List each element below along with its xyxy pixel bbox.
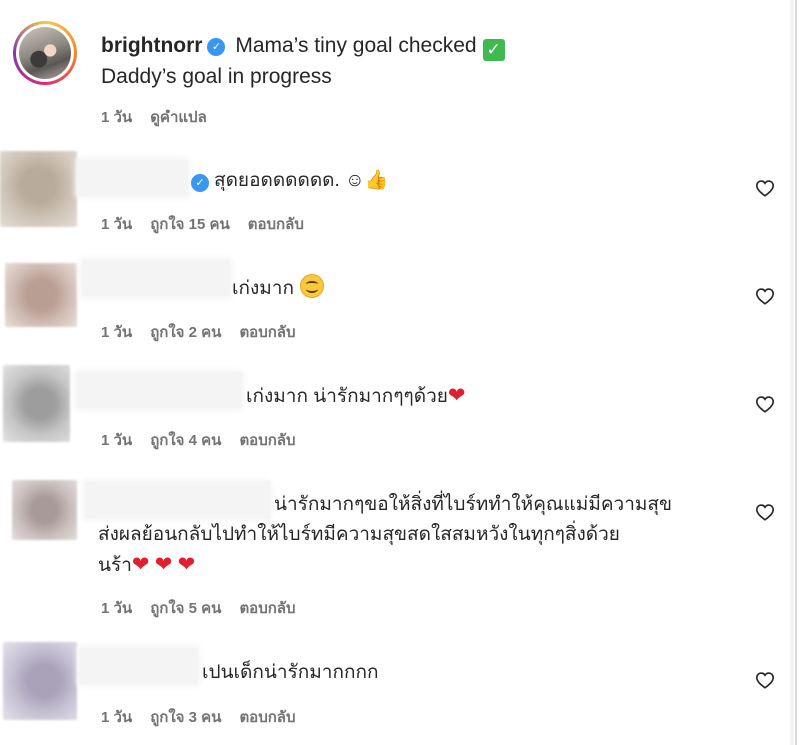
comment-text: เปนเด็กน่ารักมากกกก <box>202 662 379 683</box>
red-heart-icon: ❤ <box>177 553 196 576</box>
red-heart-icon: ❤ <box>154 553 173 576</box>
smiling-face-icon <box>299 274 324 298</box>
caption-second-line: Daddy’s goal in progress <box>101 65 332 88</box>
comment-text-line-2: ส่งผลย้อนกลับไปทำให้ไบร์ทมีความสุขสดใสสม… <box>98 524 620 545</box>
comment-text-line-3: นร้า❤ ❤ ❤ <box>98 553 196 576</box>
comment-text: สุดยอดดดดดด. ☺👍 <box>214 170 389 191</box>
comment-meta: 1 วัน ถูกใจ 3 คน ตอบกลับ <box>101 705 314 729</box>
comment-meta: 1 วัน ถูกใจ 5 คน ตอบกลับ <box>101 596 314 620</box>
comment-likes[interactable]: ถูกใจ 4 คน <box>150 432 221 449</box>
comment-text: เก่งมาก <box>232 274 324 304</box>
caption-meta: 1 วัน ดูคำแปล <box>101 105 225 129</box>
comment-text: เก่งมาก น่ารักมากๆๆด้วย❤ <box>246 384 466 407</box>
red-heart-icon: ❤ <box>447 384 466 407</box>
reply-button[interactable]: ตอบกลับ <box>239 600 295 617</box>
scrollbar[interactable] <box>790 0 794 745</box>
like-heart-icon[interactable] <box>754 501 776 523</box>
verified-badge-icon: ✓ <box>191 174 209 192</box>
comment-likes[interactable]: ถูกใจ 15 คน <box>150 216 230 233</box>
reply-button[interactable]: ตอบกลับ <box>239 432 295 449</box>
reply-button[interactable]: ตอบกลับ <box>248 216 304 233</box>
comment-likes[interactable]: ถูกใจ 2 คน <box>150 324 221 341</box>
comment-avatar[interactable] <box>3 642 77 720</box>
verified-badge-icon: ✓ <box>207 38 226 56</box>
avatar-photo <box>19 27 71 79</box>
like-heart-icon[interactable] <box>754 177 776 199</box>
comment-time[interactable]: 1 วัน <box>101 216 132 233</box>
caption-text: Mama’s tiny goal checked <box>235 34 477 57</box>
comment-username-blurred[interactable] <box>80 648 198 684</box>
comment-username-blurred[interactable] <box>78 160 188 196</box>
comment-avatar[interactable] <box>0 151 77 227</box>
like-heart-icon[interactable] <box>754 285 776 307</box>
comment-meta: 1 วัน ถูกใจ 2 คน ตอบกลับ <box>101 320 314 344</box>
comment-username-blurred[interactable] <box>77 372 242 408</box>
check-mark-button-icon: ✓ <box>482 39 505 61</box>
like-heart-icon[interactable] <box>754 393 776 415</box>
red-heart-icon: ❤ <box>131 553 150 576</box>
post-username[interactable]: brightnorr <box>101 34 202 57</box>
comment-avatar[interactable] <box>3 365 70 442</box>
reply-button[interactable]: ตอบกลับ <box>239 709 295 726</box>
comment-meta: 1 วัน ถูกใจ 4 คน ตอบกลับ <box>101 428 314 452</box>
comment-avatar[interactable] <box>12 480 77 540</box>
comment-time[interactable]: 1 วัน <box>101 709 132 726</box>
comment-time[interactable]: 1 วัน <box>101 432 132 449</box>
comment-username-blurred[interactable] <box>85 482 270 518</box>
post-author-avatar[interactable] <box>13 21 77 85</box>
comment-text-line-1: น่ารักมากๆขอให้สิ่งที่ไบร์ททำให้คุณแม่มี… <box>274 494 672 515</box>
comment-avatar[interactable] <box>5 263 77 327</box>
reply-button[interactable]: ตอบกลับ <box>239 324 295 341</box>
like-heart-icon[interactable] <box>754 669 776 691</box>
comment-time[interactable]: 1 วัน <box>101 324 132 341</box>
see-translation-button[interactable]: ดูคำแปล <box>150 109 207 126</box>
comment-username-blurred[interactable] <box>82 260 230 296</box>
comment-likes[interactable]: ถูกใจ 5 คน <box>150 600 221 617</box>
comment-likes[interactable]: ถูกใจ 3 คน <box>150 709 221 726</box>
comment-time[interactable]: 1 วัน <box>101 600 132 617</box>
caption-first-line: brightnorr ✓ Mama’s tiny goal checked ✓ <box>101 33 505 61</box>
comment-meta: 1 วัน ถูกใจ 15 คน ตอบกลับ <box>101 212 322 236</box>
caption-time[interactable]: 1 วัน <box>101 109 132 126</box>
